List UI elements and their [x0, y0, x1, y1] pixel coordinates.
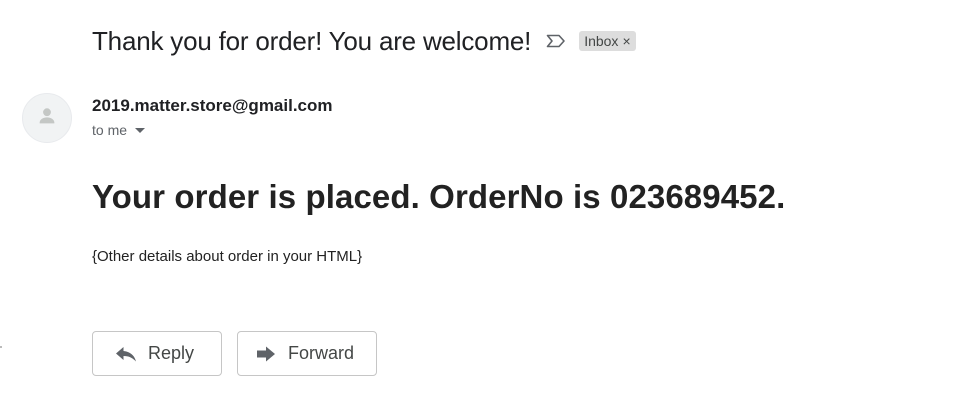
reply-icon [115, 345, 137, 363]
subject-row: Thank you for order! You are welcome! In… [92, 24, 636, 58]
inbox-label: Inbox [584, 33, 619, 49]
sender-address[interactable]: 2019.matter.store@gmail.com [92, 96, 333, 116]
forward-button[interactable]: Forward [237, 331, 377, 376]
recipient-details-toggle[interactable]: to me [92, 122, 146, 138]
order-confirmation-heading: Your order is placed. OrderNo is 0236894… [92, 178, 786, 215]
email-subject: Thank you for order! You are welcome! [92, 25, 532, 56]
sender-avatar[interactable] [22, 93, 72, 143]
reply-button[interactable]: Reply [92, 331, 222, 376]
message-actions: Reply Forward [92, 331, 377, 376]
order-details-note: {Other details about order in your HTML} [92, 248, 363, 265]
caret-down-icon[interactable] [135, 127, 146, 133]
reply-label: Reply [148, 343, 195, 363]
edge-divider [0, 346, 2, 348]
inbox-label-chip[interactable]: Inbox × [579, 31, 636, 51]
close-icon[interactable]: × [622, 31, 630, 51]
recipient-label: to me [92, 122, 128, 138]
important-marker-icon[interactable] [545, 33, 567, 49]
email-view: Thank you for order! You are welcome! In… [0, 0, 953, 402]
person-icon [34, 103, 60, 134]
forward-label: Forward [288, 343, 355, 363]
forward-icon [255, 345, 277, 363]
